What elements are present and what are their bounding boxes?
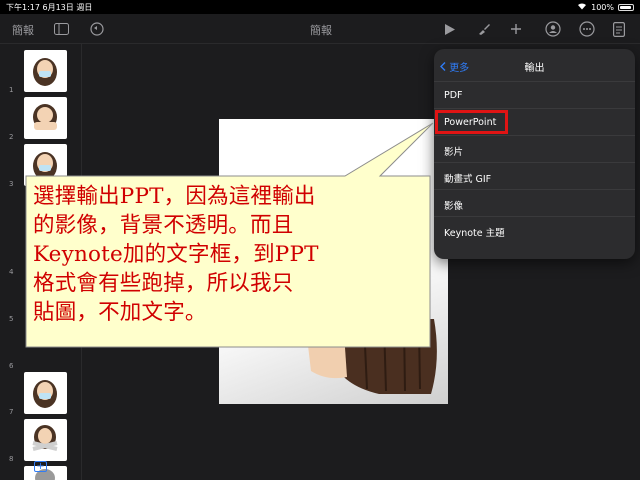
callout-line: 的影像，背景不透明。而且 [33, 213, 294, 238]
callout-line: 貼圖，不加文字。 [33, 300, 207, 325]
callout-line: 選擇輸出PPT，因為這裡輸出 [33, 184, 316, 209]
callout-text: 選擇輸出PPT，因為這裡輸出 的影像，背景不透明。而且 Keynote加的文字框… [33, 182, 425, 327]
callout-line: 格式會有些跑掉，所以我只 [33, 271, 294, 296]
callout-line: Keynote加的文字框，到PPT [33, 242, 319, 267]
